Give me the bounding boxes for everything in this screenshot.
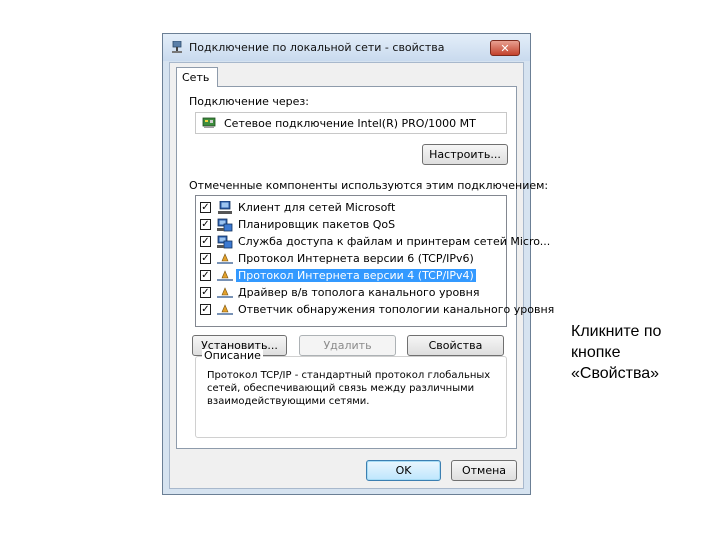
instruction-caption: Кликните по кнопке «Свойства»	[571, 323, 662, 382]
network-connection-icon	[172, 41, 182, 53]
network-service-icon	[216, 235, 234, 249]
description-text: Протокол TCP/IP - стандартный протокол г…	[207, 370, 491, 407]
list-item-label: Драйвер в/в тополога канального уровня	[238, 286, 480, 299]
checkbox[interactable]: ✓	[200, 236, 211, 247]
list-item-label: Клиент для сетей Microsoft	[238, 201, 396, 214]
list-item-label: Ответчик обнаружения топологии канальног…	[238, 303, 555, 316]
list-item-label: Протокол Интернета версии 6 (TCP/IPv6)	[238, 252, 474, 265]
list-item[interactable]: ✓ Планировщик пакетов QoS	[200, 217, 500, 233]
list-item-label: Протокол Интернета версии 4 (TCP/IPv4)	[236, 269, 476, 282]
close-button[interactable]: ✕	[490, 40, 520, 56]
cancel-button[interactable]: Отмена	[451, 460, 517, 481]
dialog-body: Сеть Подключение через: Сетевое подключе…	[169, 62, 554, 489]
description-title: Описание	[202, 349, 263, 362]
checkbox[interactable]: ✓	[200, 202, 211, 213]
checkbox[interactable]: ✓	[200, 270, 211, 281]
protocol-icon	[216, 286, 234, 300]
connect-via-label: Подключение через:	[189, 95, 309, 108]
list-item[interactable]: ✓ Драйвер в/в тополога канального уровня	[200, 285, 500, 301]
list-item[interactable]: ✓ Протокол Интернета версии 4 (TCP/IPv4)	[200, 268, 500, 284]
adapter-name: Сетевое подключение Intel(R) PRO/1000 MT	[224, 117, 476, 130]
list-item[interactable]: ✓ Протокол Интернета версии 6 (TCP/IPv6)	[200, 251, 500, 267]
checkbox[interactable]: ✓	[200, 304, 211, 315]
tab-panel: Подключение через: Сетевое подключение I…	[176, 86, 554, 449]
configure-button[interactable]: Настроить...	[422, 144, 508, 165]
window-title: Подключение по локальной сети - свойства	[189, 41, 445, 54]
checkbox[interactable]: ✓	[200, 219, 211, 230]
list-item[interactable]: ✓ Ответчик обнаружения топологии канально…	[200, 302, 554, 318]
network-service-icon	[216, 218, 234, 232]
components-label: Отмеченные компоненты используются этим …	[189, 179, 549, 192]
remove-button: Удалить	[299, 335, 396, 356]
list-item[interactable]: ✓ Клиент для сетей Microsoft	[200, 200, 500, 216]
list-item[interactable]: ✓ Служба доступа к файлам и принтерам сет…	[200, 234, 550, 250]
checkbox[interactable]: ✓	[200, 287, 211, 298]
adapter-field: Сетевое подключение Intel(R) PRO/1000 MT	[195, 112, 507, 134]
protocol-icon	[216, 252, 234, 266]
components-list: ✓ Клиент для сетей Microsoft ✓ Планировщик …	[195, 195, 554, 327]
title-bar[interactable]: Подключение по локальной сети - свойства…	[163, 34, 530, 61]
network-adapter-icon	[202, 117, 216, 128]
ok-button[interactable]: OK	[366, 460, 441, 481]
properties-dialog: Подключение по локальной сети - свойства…	[162, 33, 554, 495]
list-item-label: Планировщик пакетов QoS	[238, 218, 396, 231]
list-item-label: Служба доступа к файлам и принтерам сете…	[238, 235, 551, 248]
protocol-icon	[216, 269, 234, 283]
tab-network[interactable]: Сеть	[176, 67, 218, 87]
checkbox[interactable]: ✓	[200, 253, 211, 264]
description-group: Описание Протокол TCP/IP - стандартный п…	[195, 349, 507, 438]
protocol-icon	[216, 303, 234, 317]
properties-button[interactable]: Свойства	[407, 335, 504, 356]
network-client-icon	[216, 200, 234, 215]
